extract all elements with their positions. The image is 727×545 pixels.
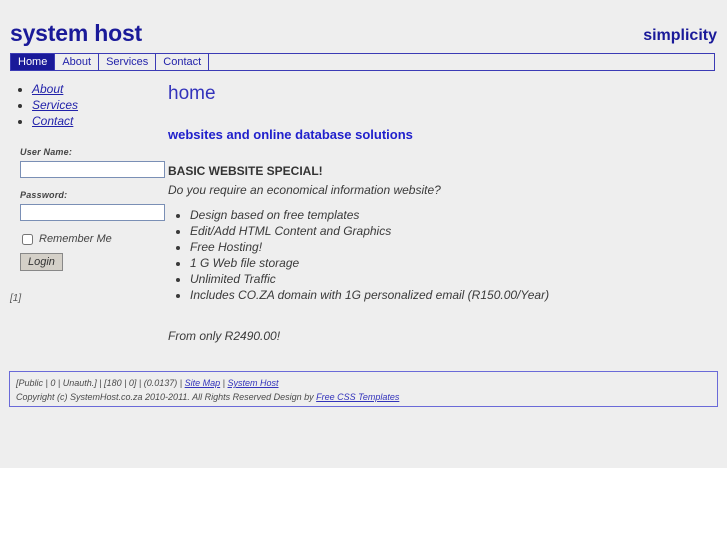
pager[interactable]: [1] xyxy=(10,293,168,304)
sidebar-item-about: About xyxy=(32,82,168,97)
nav-list: Home About Services Contact xyxy=(11,54,714,70)
nav-link-home[interactable]: Home xyxy=(11,54,56,70)
username-label: User Name: xyxy=(20,147,73,157)
page-shell: system host simplicity Home About Servic… xyxy=(0,0,727,468)
main-navigation: Home About Services Contact xyxy=(10,53,715,71)
list-item: Edit/Add HTML Content and Graphics xyxy=(190,223,713,239)
password-label: Password: xyxy=(20,190,68,200)
footer-separator: | xyxy=(220,378,228,388)
site-header: system host simplicity xyxy=(0,0,727,52)
footer-status-text: [Public | 0 | Unauth.] | [180 | 0] | (0.… xyxy=(16,378,185,388)
login-button[interactable]: Login xyxy=(20,253,63,271)
remember-me-row: Remember Me xyxy=(22,233,170,245)
remember-me-label[interactable]: Remember Me xyxy=(39,233,112,245)
login-form: User Name: Password: Remember Me Login xyxy=(20,147,170,271)
nav-link-services[interactable]: Services xyxy=(99,54,157,70)
list-item: Design based on free templates xyxy=(190,207,713,223)
site-tagline: simplicity xyxy=(643,27,717,44)
nav-item-contact: Contact xyxy=(156,54,210,70)
remember-me-checkbox[interactable] xyxy=(22,233,33,245)
password-input[interactable] xyxy=(20,204,165,221)
footer-copyright-line: Copyright (c) SystemHost.co.za 2010-2011… xyxy=(10,390,717,404)
footer-link-free-css-templates[interactable]: Free CSS Templates xyxy=(316,392,399,402)
page-root: system host simplicity Home About Servic… xyxy=(0,0,727,545)
username-input[interactable] xyxy=(20,161,165,178)
main-content: home websites and online database soluti… xyxy=(168,72,713,343)
special-heading: BASIC WEBSITE SPECIAL! xyxy=(168,163,323,178)
nav-link-about[interactable]: About xyxy=(55,54,100,70)
nav-item-about: About xyxy=(55,54,100,70)
footer-link-system-host[interactable]: System Host xyxy=(228,378,279,388)
footer-status-line: [Public | 0 | Unauth.] | [180 | 0] | (0.… xyxy=(10,372,717,390)
page-subtitle: websites and online database solutions xyxy=(168,126,413,142)
price-text: From only R2490.00! xyxy=(168,328,281,343)
list-item: Unlimited Traffic xyxy=(190,271,713,287)
list-item: 1 G Web file storage xyxy=(190,255,713,271)
footer-copyright-text: Copyright (c) SystemHost.co.za 2010-2011… xyxy=(16,392,317,402)
sidebar-link-list: About Services Contact xyxy=(0,82,168,129)
sidebar: About Services Contact User Name: Passwo… xyxy=(0,72,168,304)
sidebar-item-services: Services xyxy=(32,98,168,113)
nav-item-services: Services xyxy=(99,54,157,70)
nav-link-contact[interactable]: Contact xyxy=(156,54,210,70)
sidebar-link-contact[interactable]: Contact xyxy=(32,114,73,128)
intro-text: Do you require an economical information… xyxy=(168,182,441,197)
feature-list: Design based on free templates Edit/Add … xyxy=(168,207,713,303)
list-item: Includes CO.ZA domain with 1G personaliz… xyxy=(190,287,713,303)
site-logo: system host xyxy=(10,20,143,46)
page-title: home xyxy=(168,83,216,104)
sidebar-link-services[interactable]: Services xyxy=(32,98,78,112)
site-footer: [Public | 0 | Unauth.] | [180 | 0] | (0.… xyxy=(9,371,718,407)
sidebar-item-contact: Contact xyxy=(32,114,168,129)
footer-link-sitemap[interactable]: Site Map xyxy=(185,378,221,388)
sidebar-link-about[interactable]: About xyxy=(32,82,63,96)
nav-item-home: Home xyxy=(11,54,56,70)
list-item: Free Hosting! xyxy=(190,239,713,255)
